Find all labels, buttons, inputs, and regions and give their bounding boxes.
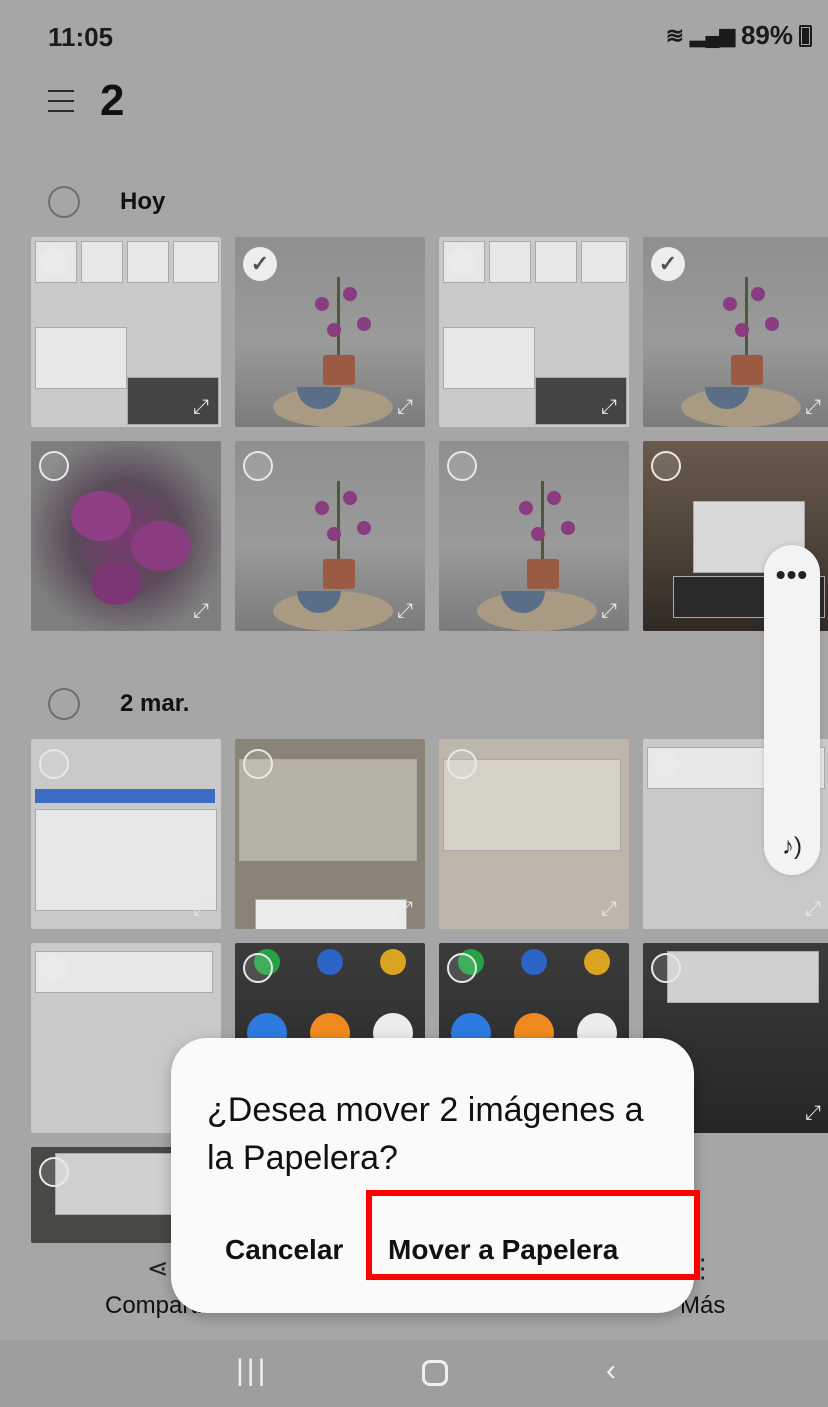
- battery-percent: 89%: [740, 20, 793, 50]
- selection-header: 2: [48, 76, 124, 126]
- share-icon: ⋖: [146, 1253, 169, 1283]
- select-checkbox[interactable]: [651, 451, 681, 481]
- status-icons: ≋ ▂▄▆ 89%: [666, 20, 812, 51]
- signal-icon: ▂▄▆: [690, 25, 735, 47]
- select-checkbox[interactable]: [39, 749, 69, 779]
- expand-icon[interactable]: ⤢: [393, 897, 417, 921]
- section-header-today[interactable]: Hoy: [48, 186, 165, 218]
- thumbnail-screenshot[interactable]: ⤢: [31, 739, 221, 929]
- more-options-icon[interactable]: •••: [764, 559, 820, 591]
- expand-icon[interactable]: ⤢: [393, 395, 417, 419]
- expand-icon[interactable]: ⤢: [597, 897, 621, 921]
- section-label: 2 mar.: [120, 690, 190, 717]
- back-icon[interactable]: ‹: [606, 1354, 616, 1388]
- volume-panel[interactable]: ••• ♪): [764, 545, 820, 875]
- select-checkbox[interactable]: [39, 247, 69, 277]
- expand-icon[interactable]: ⤢: [801, 395, 825, 419]
- status-bar: 11:05 ≋ ▂▄▆ 89%: [0, 0, 828, 70]
- select-checkbox[interactable]: [243, 749, 273, 779]
- section-header-march-2[interactable]: 2 mar.: [48, 688, 189, 720]
- recent-apps-icon[interactable]: |||: [236, 1354, 268, 1388]
- thumbnail-screenshot[interactable]: ⤢: [439, 739, 629, 929]
- expand-icon[interactable]: ⤢: [393, 599, 417, 623]
- thumbnail-orchid[interactable]: ✓ ⤢: [235, 237, 425, 427]
- thumbnail-orchid[interactable]: ⤢: [439, 441, 629, 631]
- expand-icon[interactable]: ⤢: [189, 599, 213, 623]
- select-checkbox[interactable]: [447, 247, 477, 277]
- section-label: Hoy: [120, 188, 166, 215]
- select-checkbox[interactable]: [447, 451, 477, 481]
- highlight-box: [366, 1190, 700, 1280]
- select-all-march-checkbox[interactable]: [48, 688, 80, 720]
- select-checkbox[interactable]: [243, 451, 273, 481]
- thumbnail-screenshot[interactable]: ⤢: [31, 237, 221, 427]
- expand-icon[interactable]: ⤢: [801, 1101, 825, 1125]
- expand-icon[interactable]: ⤢: [189, 395, 213, 419]
- select-checkbox[interactable]: [447, 953, 477, 983]
- select-checkbox[interactable]: [651, 749, 681, 779]
- sound-icon[interactable]: ♪): [764, 833, 820, 861]
- expand-icon[interactable]: ⤢: [597, 599, 621, 623]
- wifi-icon: ≋: [665, 22, 685, 48]
- menu-icon[interactable]: [48, 90, 74, 112]
- thumbnail-orchid[interactable]: ⤢: [235, 441, 425, 631]
- expand-icon[interactable]: ⤢: [189, 897, 213, 921]
- thumbnail-screenshot[interactable]: ⤢: [235, 739, 425, 929]
- battery-icon: [799, 24, 812, 47]
- dialog-title: ¿Desea mover 2 imágenes a la Papelera?: [207, 1091, 644, 1177]
- thumbnail-screenshot[interactable]: ⤢: [439, 237, 629, 427]
- select-all-today-checkbox[interactable]: [48, 186, 80, 218]
- cancel-button[interactable]: Cancelar: [225, 1234, 343, 1266]
- status-time: 11:05: [48, 22, 114, 52]
- home-icon[interactable]: [422, 1360, 448, 1386]
- expand-icon[interactable]: ⤢: [801, 897, 825, 921]
- checkmark-icon[interactable]: ✓: [651, 247, 685, 281]
- thumbnail-orchid[interactable]: ✓ ⤢: [643, 237, 828, 427]
- select-checkbox[interactable]: [39, 953, 69, 983]
- select-checkbox[interactable]: [651, 953, 681, 983]
- select-checkbox[interactable]: [39, 1157, 69, 1187]
- select-checkbox[interactable]: [39, 451, 69, 481]
- selected-count: 2: [100, 76, 125, 125]
- select-checkbox[interactable]: [447, 749, 477, 779]
- navigation-bar: ||| ‹: [0, 1340, 828, 1407]
- checkmark-icon[interactable]: ✓: [243, 247, 277, 281]
- expand-icon[interactable]: ⤢: [597, 395, 621, 419]
- select-checkbox[interactable]: [243, 953, 273, 983]
- thumbnail-orchid-closeup[interactable]: ⤢: [31, 441, 221, 631]
